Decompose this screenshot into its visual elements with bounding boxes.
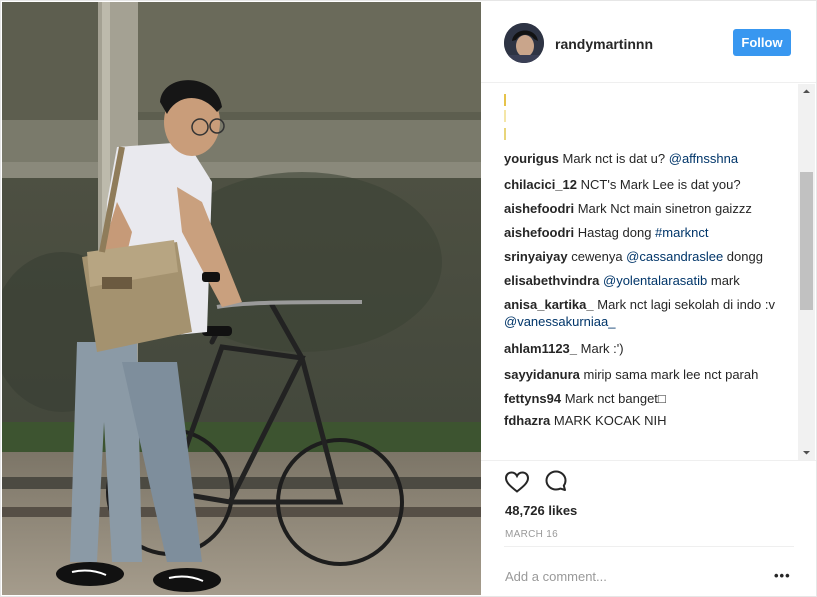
comment-text: mark (707, 273, 740, 288)
comment-text: mirip sama mark lee nct parah (583, 367, 759, 382)
comment-text: Mark Nct main sinetron gaizzz (577, 201, 752, 216)
divider (504, 546, 794, 547)
comment-item: fettyns94 Mark nct banget□ (504, 390, 794, 407)
more-options-icon[interactable]: ••• (774, 568, 794, 584)
comment-username[interactable]: yourigus (504, 151, 559, 166)
comment-item: sayyidanura mirip sama mark lee nct para… (504, 366, 794, 383)
avatar-image (504, 23, 544, 63)
comment-item: srinyaiyay cewenya @cassandraslee dongg (504, 248, 794, 265)
comment-item: ahlam1123_ Mark :') (504, 340, 794, 357)
comment-fragment (504, 110, 506, 122)
comment-username[interactable]: sayyidanura (504, 367, 580, 382)
comment-mention-link[interactable]: @cassandraslee (626, 249, 723, 264)
heart-icon[interactable] (504, 470, 530, 494)
post-photo[interactable] (2, 2, 481, 595)
comment-mention-link[interactable]: @affnsshna (669, 151, 738, 166)
comment-item: yourigus Mark nct is dat u? @affnsshna (504, 150, 794, 167)
comment-username[interactable]: srinyaiyay (504, 249, 568, 264)
post-sidebar: randymartinnn Follow yourigus Mark nct i… (481, 0, 816, 597)
avatar[interactable] (504, 23, 544, 63)
comment-text: MARK KOCAK NIH (553, 413, 667, 428)
comment-username[interactable]: fettyns94 (504, 391, 561, 406)
comment-username[interactable]: anisa_kartika_ (504, 297, 594, 312)
comment-mention-link[interactable]: @yolentalarasatib (603, 273, 707, 288)
comment-text: NCT's Mark Lee is dat you? (580, 177, 741, 192)
follow-button[interactable]: Follow (733, 29, 791, 56)
comment-item: anisa_kartika_ Mark nct lagi sekolah di … (504, 296, 794, 330)
post-actions (481, 462, 816, 502)
comment-text: Hastag dong (577, 225, 656, 240)
add-comment-input[interactable] (505, 568, 755, 584)
comment-username[interactable]: chilacici_12 (504, 177, 577, 192)
comment-mention-link[interactable]: #marknct (655, 225, 708, 240)
comments-list[interactable]: yourigus Mark nct is dat u? @affnsshna ch… (481, 84, 816, 461)
comment-text: dongg (723, 249, 763, 264)
comment-text: Mark nct banget□ (564, 391, 666, 406)
arrow-down-icon[interactable] (798, 445, 815, 460)
comment-item: chilacici_12 NCT's Mark Lee is dat you? (504, 176, 794, 193)
comment-username[interactable]: fdhazra (504, 413, 550, 428)
comment-username[interactable]: aishefoodri (504, 225, 574, 240)
username[interactable]: randymartinnn (555, 36, 653, 52)
comment-mention-link[interactable]: @vanessakurniaa_ (504, 314, 615, 329)
comment-item: aishefoodri Mark Nct main sinetron gaizz… (504, 200, 794, 217)
comment-username[interactable]: elisabethvindra (504, 273, 599, 288)
comment-item: elisabethvindra @yolentalarasatib mark (504, 272, 794, 289)
comment-fragment (504, 94, 506, 106)
comment-username[interactable]: aishefoodri (504, 201, 574, 216)
post-date[interactable]: MARCH 16 (505, 529, 558, 540)
comment-text: cewenya (571, 249, 627, 264)
comment-text: Mark nct is dat u? (562, 151, 669, 166)
comment-fragment (504, 128, 506, 140)
comments-scrollbar[interactable] (798, 84, 815, 460)
likes-count[interactable]: 48,726 likes (505, 503, 577, 518)
comment-item: fdhazra MARK KOCAK NIH (504, 412, 794, 429)
comment-username[interactable]: ahlam1123_ (504, 341, 577, 356)
scroll-thumb[interactable] (800, 172, 813, 310)
post-header: randymartinnn Follow (481, 0, 816, 83)
comment-bubble-icon[interactable] (544, 469, 568, 493)
arrow-up-icon[interactable] (798, 84, 815, 99)
comment-text: Mark nct lagi sekolah di indo :v (597, 297, 776, 312)
comment-text: Mark :') (580, 341, 624, 356)
comment-item: aishefoodri Hastag dong #marknct (504, 224, 794, 241)
